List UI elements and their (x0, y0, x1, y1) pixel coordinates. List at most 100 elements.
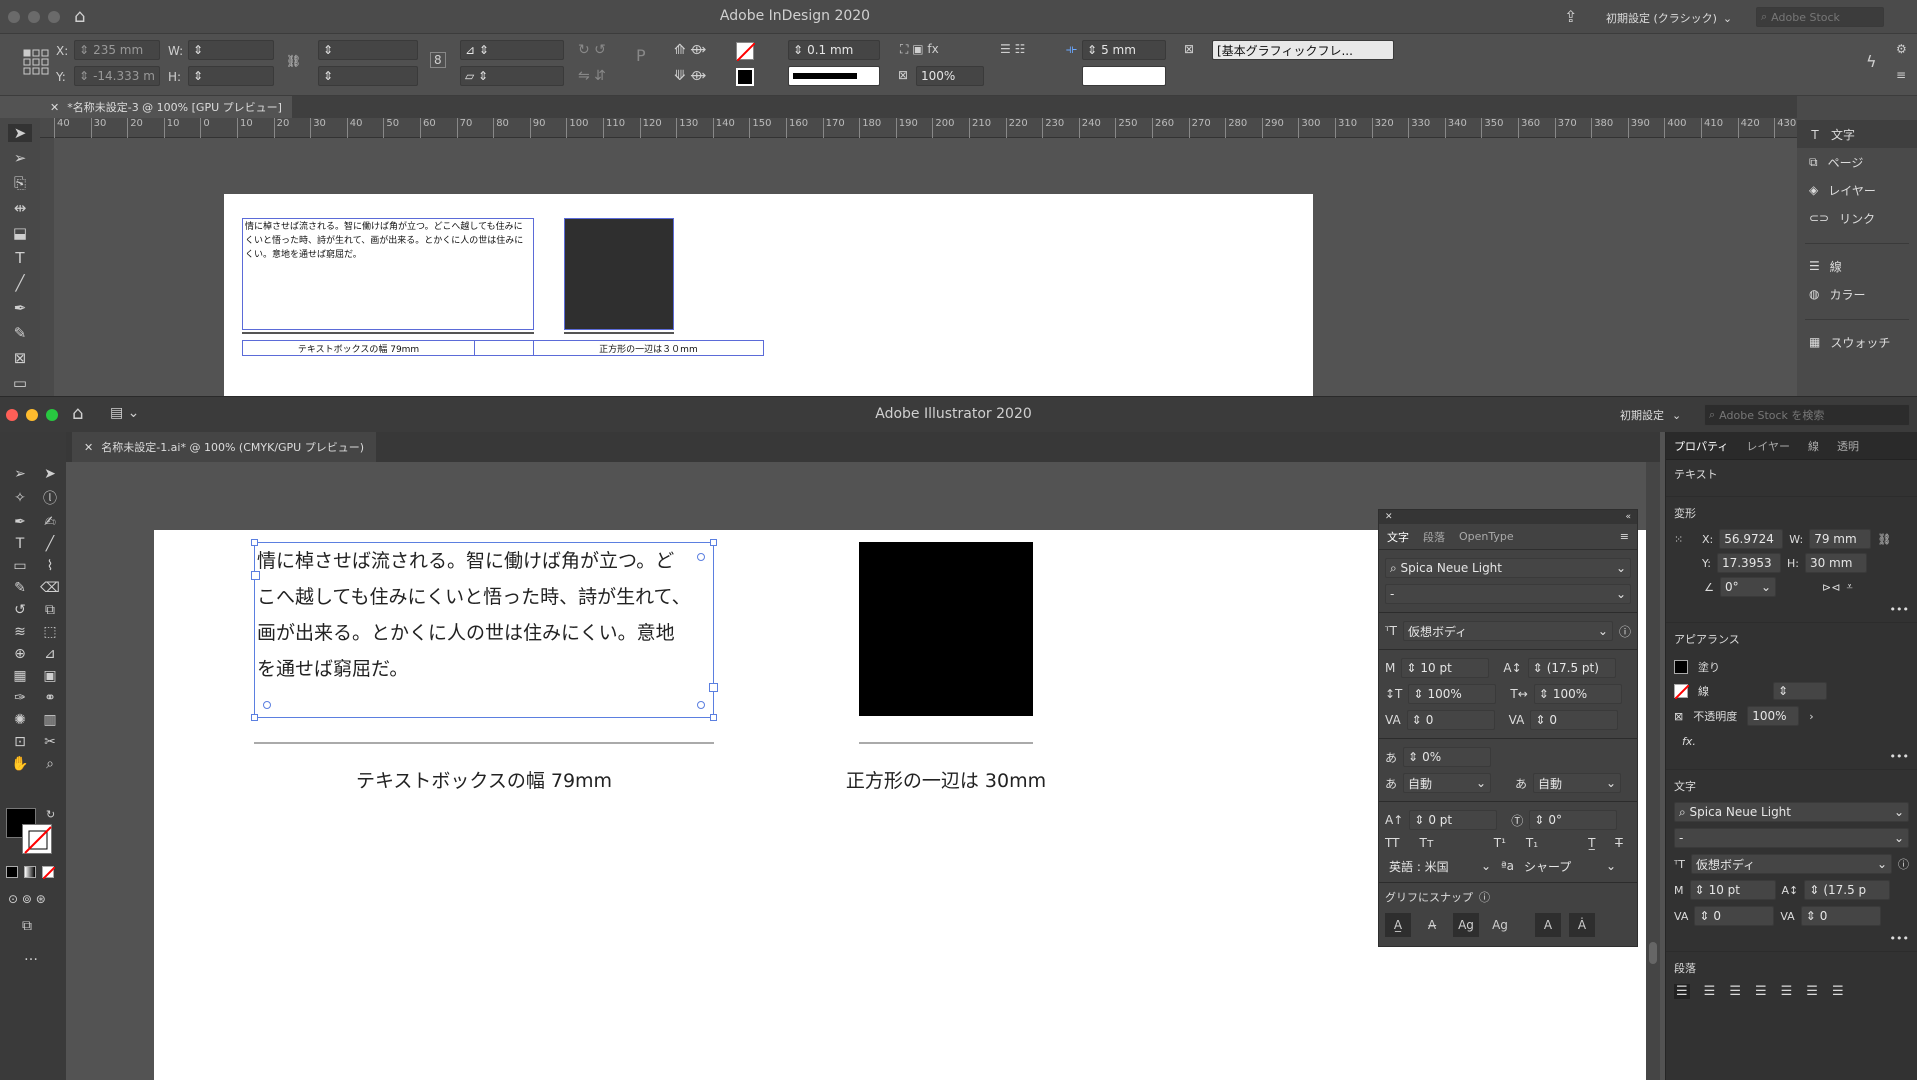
info-icon[interactable]: ⓘ (1898, 856, 1909, 872)
more-options-icon[interactable]: ••• (1674, 603, 1909, 616)
share-icon[interactable]: ⇪ (1564, 7, 1577, 26)
more-tools-icon[interactable]: … (24, 948, 38, 964)
aki-right-select[interactable]: 自動 ⌄ (1533, 773, 1622, 793)
indesign-text-frame[interactable]: 情に棹させば流される。智に働けば角が立つ。どこへ越しても住みにくいと悟った時、詩… (242, 218, 534, 330)
justify-left-icon[interactable]: ☰ (1755, 984, 1767, 999)
fill-swatch[interactable] (1674, 660, 1688, 674)
free-transform-icon[interactable]: ⬚ (38, 624, 62, 640)
tab-character[interactable]: 文字 (1387, 529, 1409, 545)
artboard-tool-icon[interactable]: ⊡ (8, 734, 32, 750)
menu-icon[interactable]: ≡ (1896, 68, 1906, 82)
snap-glyph-bounds-icon[interactable]: Ag (1453, 913, 1479, 937)
gradient-tool-icon[interactable]: ▣ (38, 668, 62, 684)
stock-search-input[interactable]: ⌕ Adobe Stock を検索 (1704, 404, 1910, 426)
tab-layers[interactable]: レイヤー (1746, 438, 1790, 454)
type-tool-icon[interactable]: T (8, 536, 32, 552)
x-field[interactable]: 56.9724 (1719, 529, 1784, 549)
close-icon[interactable]: ✕ (1385, 512, 1393, 522)
vertical-scrollbar[interactable] (1646, 462, 1660, 1080)
corner-widget[interactable] (697, 701, 705, 709)
none-mode-icon[interactable] (42, 866, 55, 879)
snap-xheight-icon[interactable]: A̶ (1419, 913, 1445, 937)
lasso-icon[interactable]: ⓛ (38, 488, 62, 508)
text-area-selection[interactable]: 情に棹させば流される。智に働けば角が立つ。ど こへ越しても住みにくいと悟った時、… (251, 539, 718, 721)
gradient-mode-icon[interactable] (24, 866, 36, 878)
stroke-swatch[interactable] (736, 68, 754, 86)
line-tool-icon[interactable]: ╱ (15, 274, 24, 292)
draw-mode-icon[interactable]: ⊙ ⊚ ⊛ (8, 892, 46, 906)
y-field[interactable]: 17.3953 (1716, 553, 1781, 573)
snap-angular-icon[interactable]: A (1535, 913, 1561, 937)
font-family-select[interactable]: ⌕ Spica Neue Light ⌄ (1674, 802, 1909, 822)
paragraph-icon[interactable]: P (636, 46, 646, 65)
shear-field[interactable]: ▱ ⇕ (460, 66, 564, 86)
stroke-weight-field[interactable]: ⇕ (1773, 682, 1827, 700)
subscript-icon[interactable]: T₁ (1526, 836, 1538, 850)
scale-tool-icon[interactable]: ⧉ (38, 602, 62, 618)
gap-field[interactable]: ⇕ 5 mm (1082, 40, 1166, 60)
eyedropper-icon[interactable]: ✑ (8, 690, 32, 706)
in-port-handle[interactable] (251, 571, 260, 580)
chevron-right-icon[interactable]: › (1809, 710, 1813, 723)
blend-tool-icon[interactable]: ⚭ (38, 690, 62, 706)
font-style-select[interactable]: - ⌄ (1674, 828, 1909, 848)
scale-y-field[interactable]: ⇕ (318, 66, 418, 86)
lightning-icon[interactable]: ϟ (1866, 52, 1877, 71)
kerning-field[interactable]: ⇕ 0 (1694, 906, 1775, 926)
document-tab[interactable]: ✕ 名称未設定-1.ai* @ 100% (CMYK/GPU プレビュー) (72, 432, 377, 462)
x-field[interactable]: ⇕ 235 mm (74, 40, 160, 60)
workspace-switcher[interactable]: 初期設定 (クラシック) ⌄ (1606, 10, 1732, 26)
strikethrough-icon[interactable]: T̶ (1615, 836, 1622, 850)
symbol-sprayer-icon[interactable]: ✺ (8, 712, 32, 728)
text-wrap-icon[interactable]: ☰ ☷ (1000, 42, 1025, 56)
w-field[interactable]: 79 mm (1809, 529, 1872, 549)
anti-alias-select[interactable]: シャープ ⌄ (1520, 856, 1620, 876)
kana-select[interactable]: 仮想ボディ ⌄ (1690, 854, 1892, 874)
tab-paragraph[interactable]: 段落 (1423, 529, 1445, 545)
panel-header[interactable]: ✕ « (1379, 510, 1637, 524)
y-field[interactable]: ⇕ -14.333 m (74, 66, 160, 86)
panel-links[interactable]: ⊂⊃ リンク (1797, 204, 1917, 232)
opacity-field[interactable]: 100% (1747, 706, 1800, 726)
selection-tool-icon[interactable]: ➤ (8, 124, 32, 142)
frame-fit-icon[interactable]: ⛶ ▣ fx (900, 42, 939, 57)
leading-field[interactable]: ⇕ (17.5 pt) (1527, 658, 1616, 678)
rotate-cw-icon[interactable]: ↻ ↺ (578, 42, 606, 58)
gear-icon[interactable]: ⚙ (1896, 42, 1907, 56)
selection-handle[interactable] (251, 714, 258, 721)
mesh-tool-icon[interactable]: ▦ (8, 668, 32, 684)
document-tab[interactable]: ✕ *名称未設定-3 @ 100% [GPU プレビュー] (40, 96, 292, 118)
scrollbar-thumb[interactable] (1649, 942, 1657, 964)
baseline-shift-field[interactable]: ⇕ 0 pt (1409, 810, 1498, 830)
corner-widget[interactable] (263, 701, 271, 709)
superscript-icon[interactable]: T¹ (1494, 836, 1506, 850)
info-icon[interactable]: ⓘ (1479, 889, 1490, 905)
tracking-field[interactable]: ⇕ 0 (1800, 906, 1881, 926)
reference-point-icon[interactable]: ⁙ (1674, 533, 1696, 546)
snap-anchor-icon[interactable]: Ȧ (1569, 913, 1595, 937)
rotate-tool-icon[interactable]: ↺ (8, 602, 32, 618)
font-style-select[interactable]: - ⌄ (1385, 584, 1631, 604)
small-caps-icon[interactable]: Tт (1419, 836, 1433, 850)
rectangle-tool-icon[interactable]: ▭ (8, 558, 32, 574)
stroke-type-select[interactable] (788, 66, 880, 86)
font-size-field[interactable]: ⇕ 10 pt (1401, 658, 1490, 678)
corner-widget[interactable] (697, 553, 705, 561)
horizontal-scale-field[interactable]: ⇕ 100% (1533, 684, 1622, 704)
rectangle-tool-icon[interactable]: ▭ (13, 374, 27, 392)
indesign-caption-table[interactable]: テキストボックスの幅 79mm 正方形の一辺は３０mm (242, 340, 764, 356)
panel-menu-icon[interactable]: ≡ (1620, 530, 1629, 543)
h-field[interactable]: ⇕ (188, 66, 274, 86)
select-container-icon[interactable]: ⟰ ⟴ (674, 42, 706, 58)
tsume-field[interactable]: ⇕ 0% (1403, 747, 1492, 767)
collapse-icon[interactable]: « (1625, 512, 1631, 522)
panel-pages[interactable]: ⧉ ページ (1797, 148, 1917, 176)
close-icon[interactable]: ✕ (84, 441, 93, 454)
warp-tool-icon[interactable]: ≋ (8, 624, 32, 640)
tab-stroke[interactable]: 線 (1808, 438, 1819, 454)
select-content-icon[interactable]: ⟱ ⟴ (674, 68, 706, 84)
selection-handle[interactable] (251, 539, 258, 546)
flip-icon[interactable]: ⇋ ⇵ (578, 68, 606, 84)
flip-horizontal-icon[interactable]: ⊳⊲ (1822, 581, 1840, 594)
fill-swatch-none[interactable] (736, 42, 756, 62)
